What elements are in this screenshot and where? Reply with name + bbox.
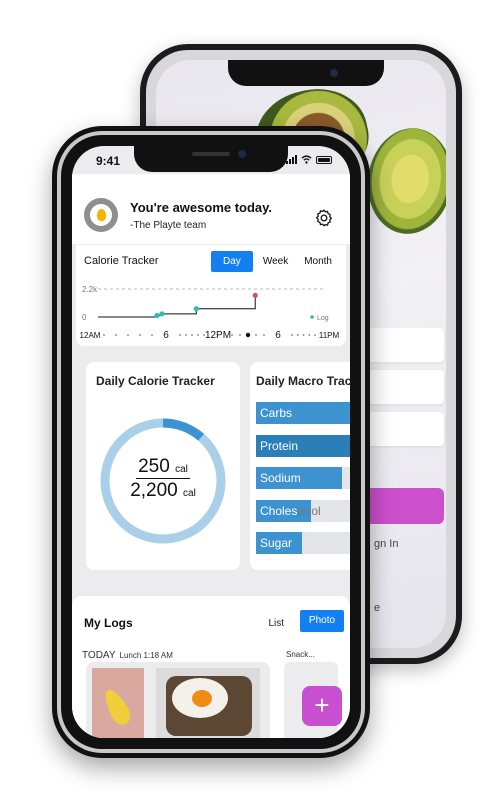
axis-dot <box>203 334 205 336</box>
macro-label: Sugar <box>260 536 293 550</box>
camera-icon <box>330 69 338 77</box>
avocado-half-image <box>361 122 446 240</box>
x-tick-label: 12PM <box>205 330 231 341</box>
axis-dot <box>151 334 153 336</box>
wifi-icon <box>301 155 312 164</box>
gear-icon[interactable] <box>314 208 334 228</box>
period-toggle: Day Week Month <box>211 251 338 272</box>
axis-dot <box>115 334 117 336</box>
list-view-toggle[interactable]: List <box>268 618 284 629</box>
macro-label: Sodium <box>260 471 301 485</box>
axis-dot <box>103 334 105 336</box>
login-button[interactable] <box>366 488 444 524</box>
macro-label: Carbs <box>260 406 293 420</box>
data-point <box>159 311 165 317</box>
back-phone-notch <box>228 60 384 86</box>
today-label: TODAY Lunch 1:18 AM <box>82 650 173 661</box>
playte-logo <box>84 198 118 232</box>
y-tick-label: 2.2k <box>82 285 98 294</box>
front-phone: 9:41 You're awesome today. -The Playte t… <box>52 126 370 758</box>
macro-bar-sugar: Sugar <box>256 532 350 554</box>
status-icons <box>286 155 332 164</box>
battery-icon <box>316 155 332 164</box>
sign-in-link[interactable]: gn In <box>374 538 398 550</box>
data-point <box>193 306 199 312</box>
calorie-goal: 2,200 cal <box>130 480 196 501</box>
yolk-image <box>192 690 212 707</box>
data-point <box>252 292 258 298</box>
macro-bar-protein: Protein <box>256 434 350 457</box>
legend-dot <box>310 315 314 319</box>
calorie-tracker-card: Calorie Tracker Day Week Month 2.2k 0 Lo… <box>76 244 346 346</box>
axis-dot <box>302 334 305 336</box>
axis-dot <box>191 334 193 336</box>
axis-dot <box>231 334 233 336</box>
greeting-subtitle: -The Playte team <box>130 220 207 231</box>
series-line <box>98 295 256 318</box>
axis-dot <box>308 334 311 336</box>
axis-dot <box>127 334 129 336</box>
axis-dot <box>296 334 299 336</box>
axis-dot <box>263 334 265 336</box>
daily-macro-title: Daily Macro Tracker <box>256 374 350 388</box>
app-screen: 9:41 You're awesome today. -The Playte t… <box>72 146 350 738</box>
macro-bar-carbs: Carbs <box>256 402 350 424</box>
login-field[interactable] <box>366 328 444 362</box>
greeting-title: You're awesome today. <box>130 200 273 215</box>
daily-calorie-title: Daily Calorie Tracker <box>96 374 215 388</box>
login-field[interactable] <box>366 370 444 404</box>
axis-dot <box>139 334 141 336</box>
daily-macro-card: Daily Macro Tracker Carbs Protein Sodium Ch… <box>250 362 350 570</box>
calorie-tracker-title: Calorie Tracker <box>84 255 159 267</box>
status-time: 9:41 <box>96 154 121 168</box>
back-phone-text: e <box>374 602 381 614</box>
x-tick-label: 6 <box>163 330 169 341</box>
macro-label: Cholesterol <box>260 503 321 518</box>
phone-notch <box>134 146 288 172</box>
legend-label: Log <box>317 315 329 322</box>
egg-toast-photo[interactable] <box>156 668 260 738</box>
axis-dot <box>239 334 241 336</box>
speaker-grille <box>192 152 230 156</box>
axis-dot <box>179 334 181 336</box>
axis-dot <box>291 334 293 336</box>
daily-calorie-card: Daily Calorie Tracker 250 cal 2,200 cal <box>86 362 240 570</box>
data-point <box>154 312 160 319</box>
axis-dot <box>314 334 316 336</box>
x-tick-label: 12AM <box>80 331 101 340</box>
camera-icon <box>238 150 246 158</box>
y-tick-label: 0 <box>82 313 87 322</box>
banana-photo[interactable] <box>92 668 144 738</box>
add-log-button[interactable]: + <box>302 686 342 726</box>
photo-view-toggle[interactable]: Photo <box>300 610 344 632</box>
tab-month[interactable]: Month <box>298 251 338 272</box>
axis-dot <box>197 334 199 336</box>
calorie-line-chart: 2.2k 0 Log 12AM 6 12PM 6 11PM <box>80 285 340 341</box>
calories-consumed: 250 cal <box>136 456 190 479</box>
snack-label: Snack... <box>286 650 315 659</box>
showcase-stage: gn In e 9:41 You're awesome today. -The … <box>0 0 500 800</box>
x-tick-label: 6 <box>275 330 281 341</box>
axis-dot <box>255 334 257 336</box>
banana-image <box>100 685 134 729</box>
tab-week[interactable]: Week <box>257 251 294 272</box>
current-time-marker <box>245 332 251 338</box>
login-field[interactable] <box>366 412 444 446</box>
macro-bar-sodium: Sodium <box>256 467 350 489</box>
macro-label: Protein <box>260 438 299 453</box>
axis-dot <box>185 334 187 336</box>
app-header: You're awesome today. -The Playte team <box>72 174 350 244</box>
x-tick-label: 11PM <box>319 331 340 340</box>
tab-day[interactable]: Day <box>211 251 253 272</box>
macro-bar-choles: Cholesterol <box>256 499 350 522</box>
my-logs-title: My Logs <box>84 616 133 630</box>
